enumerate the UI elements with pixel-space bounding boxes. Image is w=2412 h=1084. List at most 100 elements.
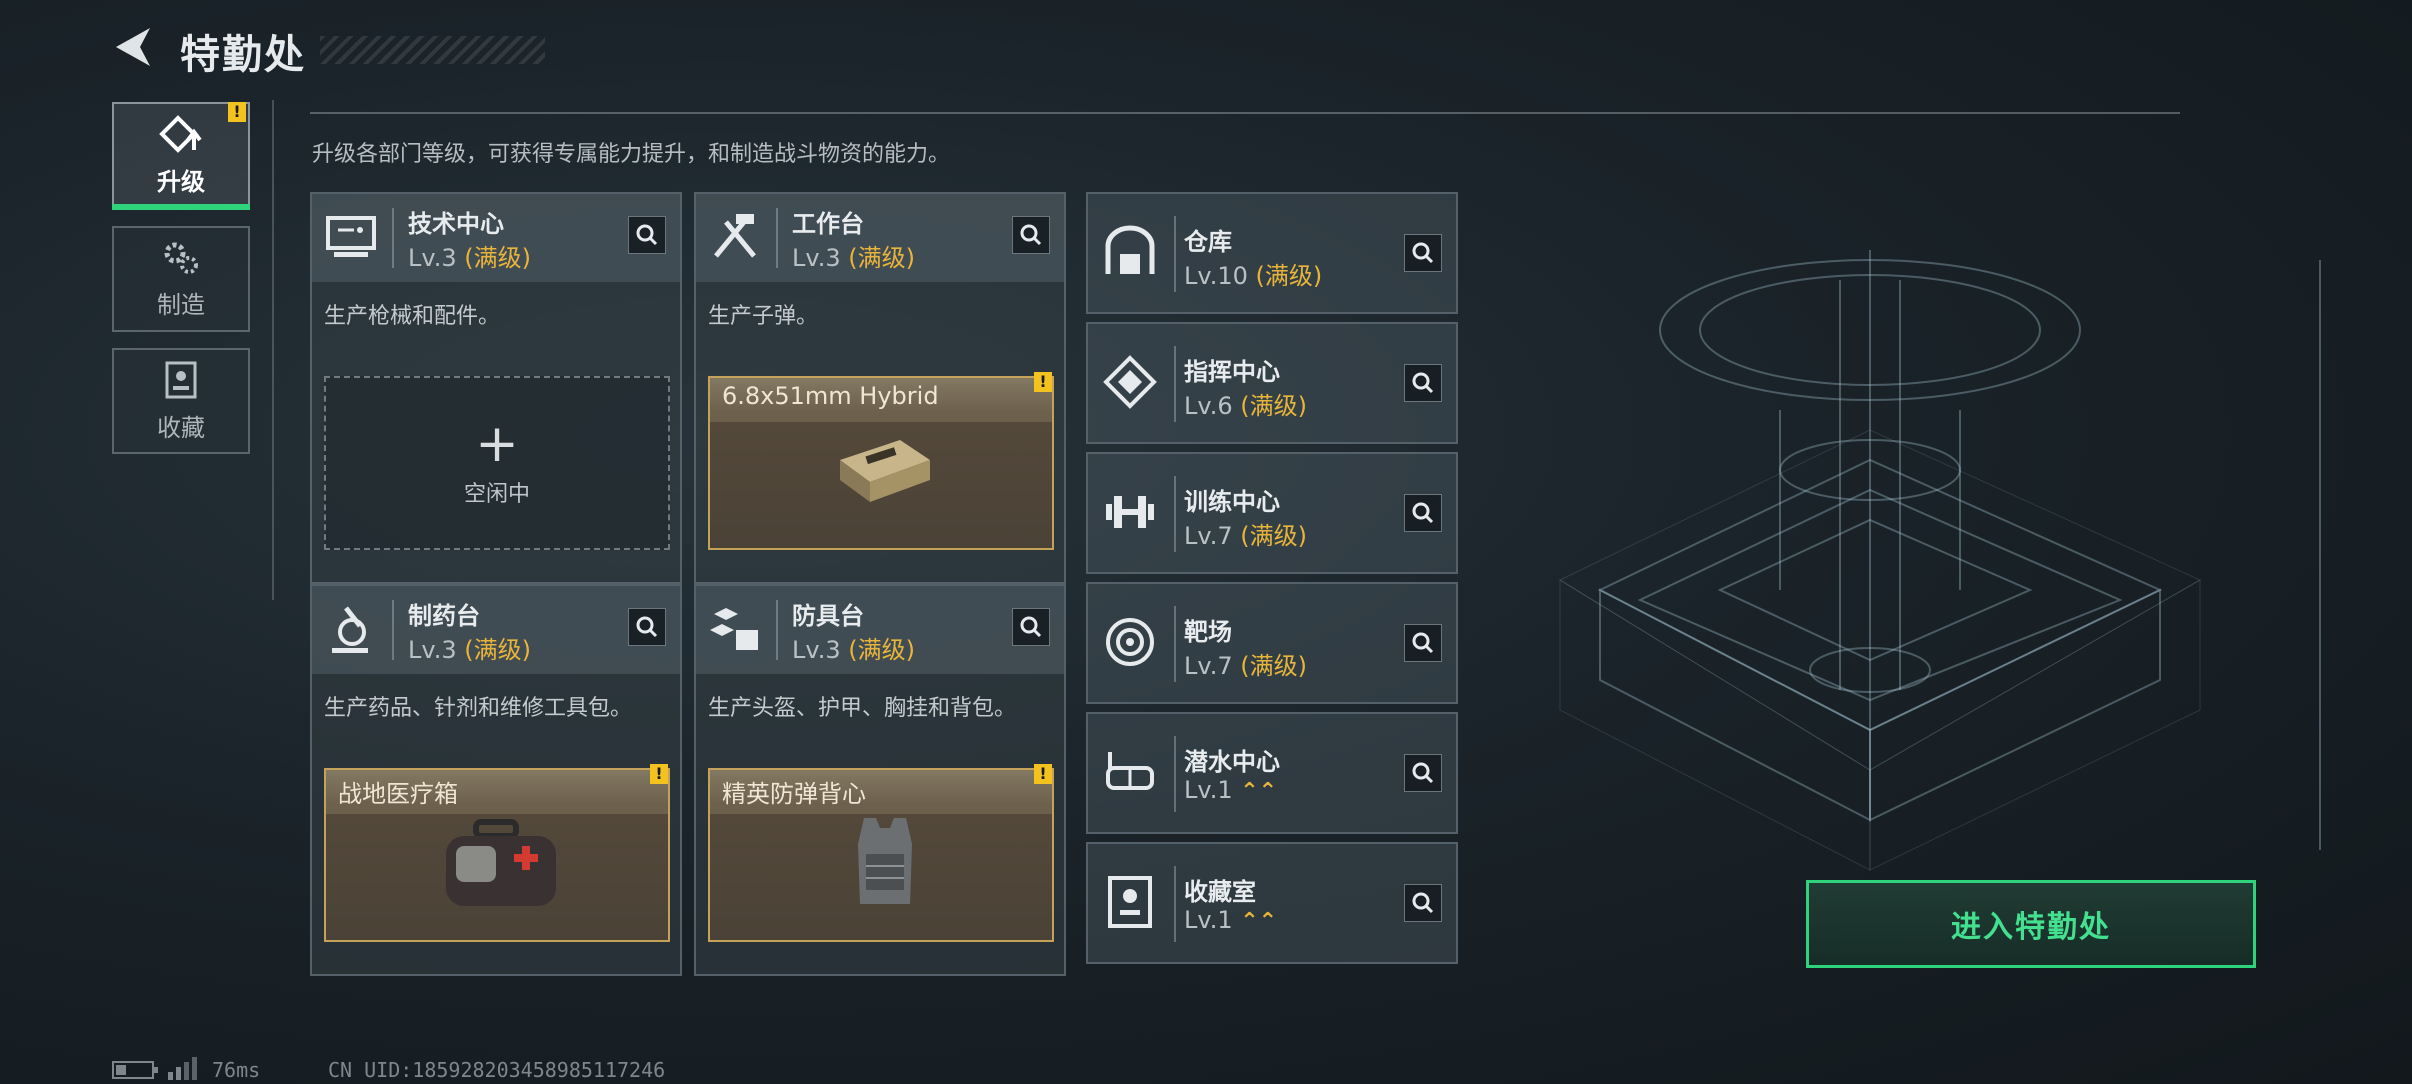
medical-kit-icon	[446, 819, 556, 906]
enter-special-ops-button[interactable]: 进入特勤处	[1806, 880, 2256, 968]
facility-name: 仓库	[1184, 228, 1232, 256]
facility-card-pharmacy[interactable]: 制药台 Lv.3 (满级) 生产药品、针剂和维修工具包。 战地医疗箱 !	[310, 584, 682, 976]
signal-icon	[168, 1057, 197, 1080]
max-level-tag: (满级)	[848, 244, 915, 272]
warning-badge: !	[650, 764, 668, 784]
collection-icon	[165, 361, 197, 398]
production-slot-item[interactable]: 精英防弹背心 !	[708, 764, 1054, 942]
inspect-button[interactable]	[1404, 364, 1442, 402]
production-slot-empty[interactable]: + 空闲中	[324, 376, 670, 550]
inspect-button[interactable]	[628, 216, 666, 254]
facility-name: 指挥中心	[1184, 358, 1280, 386]
production-slot-item[interactable]: 战地医疗箱 !	[324, 764, 670, 942]
facility-card-workbench[interactable]: 工作台 Lv.3 (满级) 生产子弹。 6.8x51mm Hybrid !	[694, 192, 1066, 584]
facility-level: Lv.7 (满级)	[1184, 522, 1307, 550]
max-level-tag: (满级)	[464, 244, 531, 272]
search-icon	[1020, 224, 1042, 246]
inspect-button[interactable]	[1404, 234, 1442, 272]
title-decoration	[320, 36, 545, 64]
search-icon	[1412, 632, 1434, 654]
facility-description: 生产药品、针剂和维修工具包。	[324, 696, 633, 721]
facility-card-target-range[interactable]: 靶场 Lv.7 (满级)	[1086, 582, 1458, 704]
max-level-tag: (满级)	[1240, 522, 1307, 550]
facility-level: Lv.3 (满级)	[792, 636, 915, 664]
header-separator	[1174, 606, 1176, 682]
inspect-button[interactable]	[1012, 216, 1050, 254]
warning-badge: !	[1034, 372, 1052, 392]
facility-level: Lv.6 (满级)	[1184, 392, 1307, 420]
headquarters-wireframe	[1558, 250, 2321, 871]
armor-bench-icon	[710, 608, 758, 650]
warning-badge: !	[228, 102, 246, 122]
facility-level: Lv.3 (满级)	[408, 244, 531, 272]
production-slot-item[interactable]: 6.8x51mm Hybrid !	[708, 372, 1054, 550]
facility-name: 潜水中心	[1184, 748, 1280, 776]
facility-level: Lv.7 (满级)	[1184, 652, 1307, 680]
facility-name: 防具台	[792, 602, 864, 630]
item-name: 战地医疗箱	[338, 780, 458, 808]
enter-button-label: 进入特勤处	[1951, 910, 2111, 945]
back-arrow-icon[interactable]	[110, 22, 160, 72]
search-icon	[636, 616, 658, 638]
search-icon	[1412, 762, 1434, 784]
facility-name: 工作台	[792, 210, 864, 238]
inspect-button[interactable]	[1012, 608, 1050, 646]
max-level-tag: (满级)	[1240, 392, 1307, 420]
upgrade-available-icon: ⌃⌃	[1240, 909, 1278, 934]
facility-card-warehouse[interactable]: 仓库 Lv.10 (满级)	[1086, 192, 1458, 314]
nav-tab-collection[interactable]: 收藏	[112, 348, 250, 454]
pharmacy-icon	[332, 606, 368, 653]
facility-level: Lv.3 (满级)	[792, 244, 915, 272]
dive-mask-icon	[1106, 752, 1154, 790]
facility-card-dive-center[interactable]: 潜水中心 Lv.1 ⌃⌃	[1086, 712, 1458, 834]
max-level-tag: (满级)	[848, 636, 915, 664]
facility-level: Lv.1 ⌃⌃	[1184, 776, 1278, 804]
inspect-button[interactable]	[1404, 884, 1442, 922]
header-separator	[776, 208, 778, 268]
facility-level: Lv.10 (满级)	[1184, 262, 1323, 290]
page-title: 特勤处	[180, 32, 306, 78]
facility-card-collection-room[interactable]: 收藏室 Lv.1 ⌃⌃	[1086, 842, 1458, 964]
workbench-icon	[714, 214, 756, 258]
dumbbell-icon	[1106, 496, 1154, 528]
nav-label: 制造	[157, 290, 205, 319]
upgrade-available-icon: ⌃⌃	[1240, 779, 1278, 804]
header-separator	[776, 600, 778, 660]
command-center-icon	[1103, 355, 1157, 409]
facility-name: 技术中心	[408, 210, 504, 238]
facility-name: 制药台	[408, 602, 480, 630]
active-tab-indicator	[112, 204, 250, 210]
header-separator	[1174, 866, 1176, 942]
inspect-button[interactable]	[1404, 494, 1442, 532]
section-description: 升级各部门等级，可获得专属能力提升，和制造战斗物资的能力。	[312, 142, 951, 167]
facility-level: Lv.3 (满级)	[408, 636, 531, 664]
inspect-button[interactable]	[1404, 754, 1442, 792]
nav-tab-craft[interactable]: 制造	[112, 226, 250, 332]
tech-center-icon	[326, 216, 376, 257]
header-separator	[392, 208, 394, 268]
target-icon	[1106, 618, 1154, 666]
header-separator	[392, 600, 394, 660]
search-icon	[1412, 892, 1434, 914]
facility-description: 生产枪械和配件。	[324, 304, 501, 329]
facility-name: 靶场	[1184, 618, 1232, 646]
max-level-tag: (满级)	[464, 636, 531, 664]
inspect-button[interactable]	[1404, 624, 1442, 662]
facility-name: 收藏室	[1184, 878, 1256, 906]
add-icon: +	[475, 414, 519, 474]
search-icon	[636, 224, 658, 246]
facility-card-tech-center[interactable]: 技术中心 Lv.3 (满级) 生产枪械和配件。 + 空闲中	[310, 192, 682, 584]
facility-card-armor-bench[interactable]: 防具台 Lv.3 (满级) 生产头盔、护甲、胸挂和背包。 精英防弹背心 !	[694, 584, 1066, 976]
search-icon	[1412, 372, 1434, 394]
inspect-button[interactable]	[628, 608, 666, 646]
search-icon	[1020, 616, 1042, 638]
armor-vest-icon	[858, 818, 912, 904]
item-name: 精英防弹背心	[722, 780, 866, 808]
facility-card-training-center[interactable]: 训练中心 Lv.7 (满级)	[1086, 452, 1458, 574]
facility-card-command-center[interactable]: 指挥中心 Lv.6 (满级)	[1086, 322, 1458, 444]
slot-status: 空闲中	[463, 482, 530, 507]
header-separator	[1174, 346, 1176, 422]
facility-description: 生产头盔、护甲、胸挂和背包。	[708, 696, 1017, 721]
search-icon	[1412, 502, 1434, 524]
facility-name: 训练中心	[1184, 488, 1280, 516]
